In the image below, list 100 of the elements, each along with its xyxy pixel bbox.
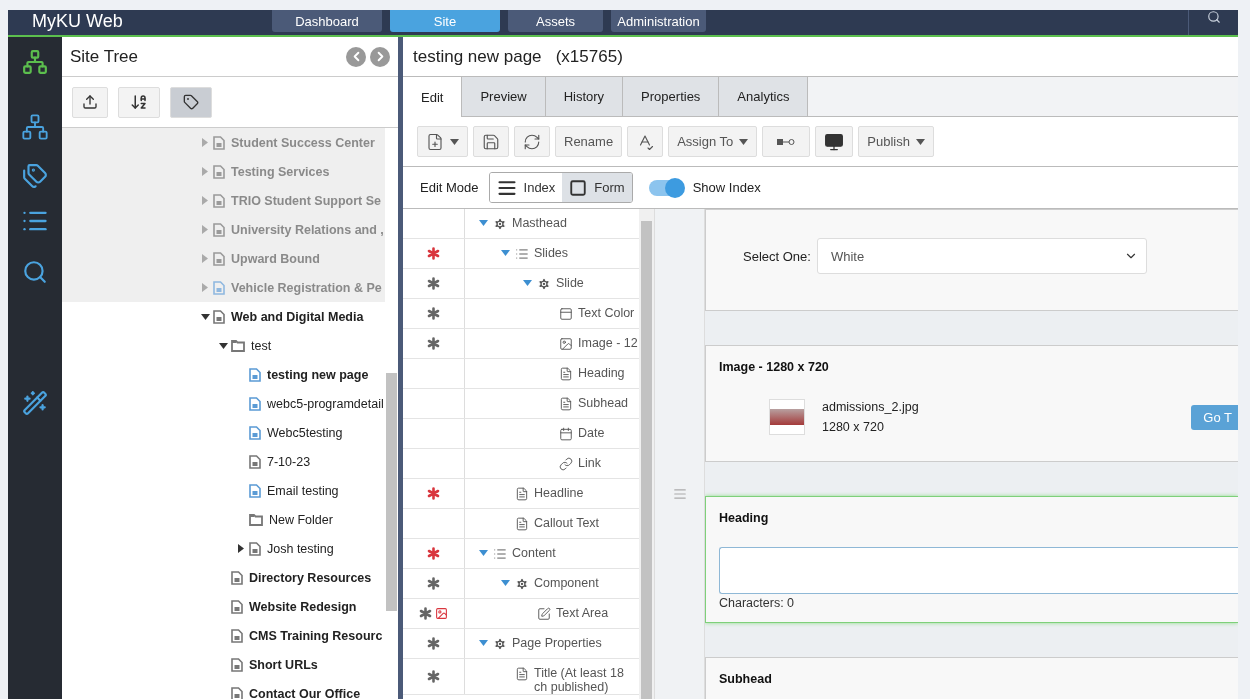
tab[interactable]: Edit (403, 77, 463, 117)
toolbar-button[interactable]: Rename (555, 126, 623, 157)
tree-item[interactable]: Web and Digital Media (231, 309, 364, 324)
toggle-switch[interactable] (648, 179, 683, 196)
caret-down-icon (522, 280, 532, 286)
scrollbar[interactable] (386, 373, 397, 611)
hierarchy-icon[interactable] (21, 113, 49, 141)
upload-button[interactable] (72, 86, 108, 118)
index-item[interactable]: Headline (534, 486, 584, 500)
tab[interactable]: History (545, 77, 624, 116)
gear-icon (493, 217, 507, 231)
search-icon[interactable] (1206, 10, 1221, 24)
tree-item[interactable]: 7-10-23 (267, 454, 311, 469)
gear-icon (537, 277, 551, 291)
index-item[interactable]: Title (At least 18 ch published) (534, 666, 639, 694)
search-icon[interactable] (22, 259, 48, 285)
dropdown-button[interactable]: Publish (858, 126, 934, 157)
index-item[interactable]: Page Properties (512, 636, 602, 650)
tree-item[interactable]: Short URLs (249, 657, 318, 672)
new-file-icon (426, 132, 444, 151)
document-icon (515, 667, 529, 681)
caret-right-icon (202, 138, 208, 147)
caret-right-icon (202, 254, 208, 263)
tree-item[interactable]: testing new page (267, 367, 369, 382)
index-item[interactable]: Image - 12 (578, 336, 638, 350)
caret-down-icon (478, 640, 488, 646)
caret-down-icon (739, 138, 749, 145)
preview-button[interactable] (815, 126, 854, 157)
tree-item[interactable]: Contact Our Office (249, 686, 361, 699)
caret-down-icon (218, 342, 228, 349)
index-item[interactable]: Slides (534, 246, 569, 260)
caret-down-icon (478, 550, 488, 556)
document-icon (559, 397, 573, 411)
nav-tab[interactable]: Administration (611, 10, 706, 32)
tree-item[interactable]: Josh testing (267, 541, 334, 556)
index-item[interactable]: Component (534, 576, 599, 590)
link-icon (559, 457, 573, 471)
tab[interactable]: Preview (462, 77, 546, 116)
caret-down-icon (500, 580, 510, 586)
index-item[interactable]: Callout Text (534, 516, 600, 530)
edit-icon (537, 607, 551, 621)
index-item[interactable]: Content (512, 546, 556, 560)
card-title: Image - 1280 x 720 (719, 360, 830, 374)
app-title: MyKU Web (32, 10, 124, 32)
magic-wand-icon[interactable] (22, 390, 48, 416)
sort-icon (130, 93, 148, 111)
tab[interactable]: Properties (623, 77, 720, 116)
caret-down-icon (200, 313, 210, 320)
connector-icon (777, 137, 796, 146)
tag-button[interactable] (170, 86, 212, 118)
sitemap-icon[interactable] (22, 49, 48, 75)
tree-item[interactable]: New Folder (269, 512, 333, 527)
tree-item[interactable]: webc5-programdetail (267, 396, 384, 411)
tree-item[interactable]: Website Redesign (249, 599, 357, 614)
previous-button[interactable] (346, 46, 366, 67)
select-field[interactable]: White (816, 238, 1147, 274)
document-icon (515, 487, 529, 501)
spellcheck-button[interactable] (627, 126, 664, 157)
sort-button[interactable] (118, 86, 160, 118)
new-page-button[interactable] (417, 126, 468, 157)
index-item[interactable]: Subhead (578, 396, 629, 410)
connector-button[interactable] (762, 126, 811, 157)
resize-handle-icon[interactable] (672, 487, 687, 501)
tag-icon (183, 94, 199, 110)
list-icon (515, 247, 529, 261)
tree-item[interactable]: Directory Resources (249, 570, 372, 585)
index-item[interactable]: Text Area (556, 606, 609, 620)
tags-icon[interactable] (22, 163, 48, 189)
scrollbar[interactable] (639, 209, 654, 699)
upload-icon (82, 94, 98, 110)
nav-tab[interactable]: Dashboard (272, 10, 382, 32)
panel-title: Site Tree (70, 46, 139, 67)
tree-item[interactable]: CMS Training Resourc (249, 628, 383, 643)
caret-down-icon (915, 138, 925, 145)
tree-item[interactable]: Webc5testing (267, 425, 343, 440)
mode-option[interactable]: Form (562, 173, 632, 202)
edit-mode-label: Edit Mode (420, 180, 479, 195)
dropdown-button[interactable]: Assign To (668, 126, 758, 157)
caret-down-icon (450, 138, 459, 145)
text-field-icon (559, 307, 573, 321)
save-button[interactable] (473, 126, 509, 157)
save-icon (482, 132, 500, 151)
caret-down-icon (500, 250, 510, 256)
card-title: Subhead (719, 672, 773, 686)
tree-item[interactable]: test (251, 338, 272, 353)
tab[interactable]: Analytics (719, 77, 809, 116)
index-item[interactable]: Heading (578, 366, 625, 380)
index-item[interactable]: Date (578, 426, 605, 440)
index-item[interactable]: Link (578, 456, 601, 470)
nav-tab[interactable]: Assets (508, 10, 603, 32)
tree-item[interactable]: Email testing (267, 483, 339, 498)
index-item[interactable]: Slide (556, 276, 584, 290)
file-name: admissions_2.jpg (822, 400, 919, 414)
calendar-icon (559, 427, 573, 441)
next-button[interactable] (370, 46, 390, 67)
index-item[interactable]: Text Color (578, 306, 635, 320)
index-item[interactable]: Masthead (512, 216, 567, 230)
caret-down-icon (478, 220, 488, 226)
refresh-button[interactable] (514, 126, 550, 157)
monitor-icon (824, 131, 845, 152)
